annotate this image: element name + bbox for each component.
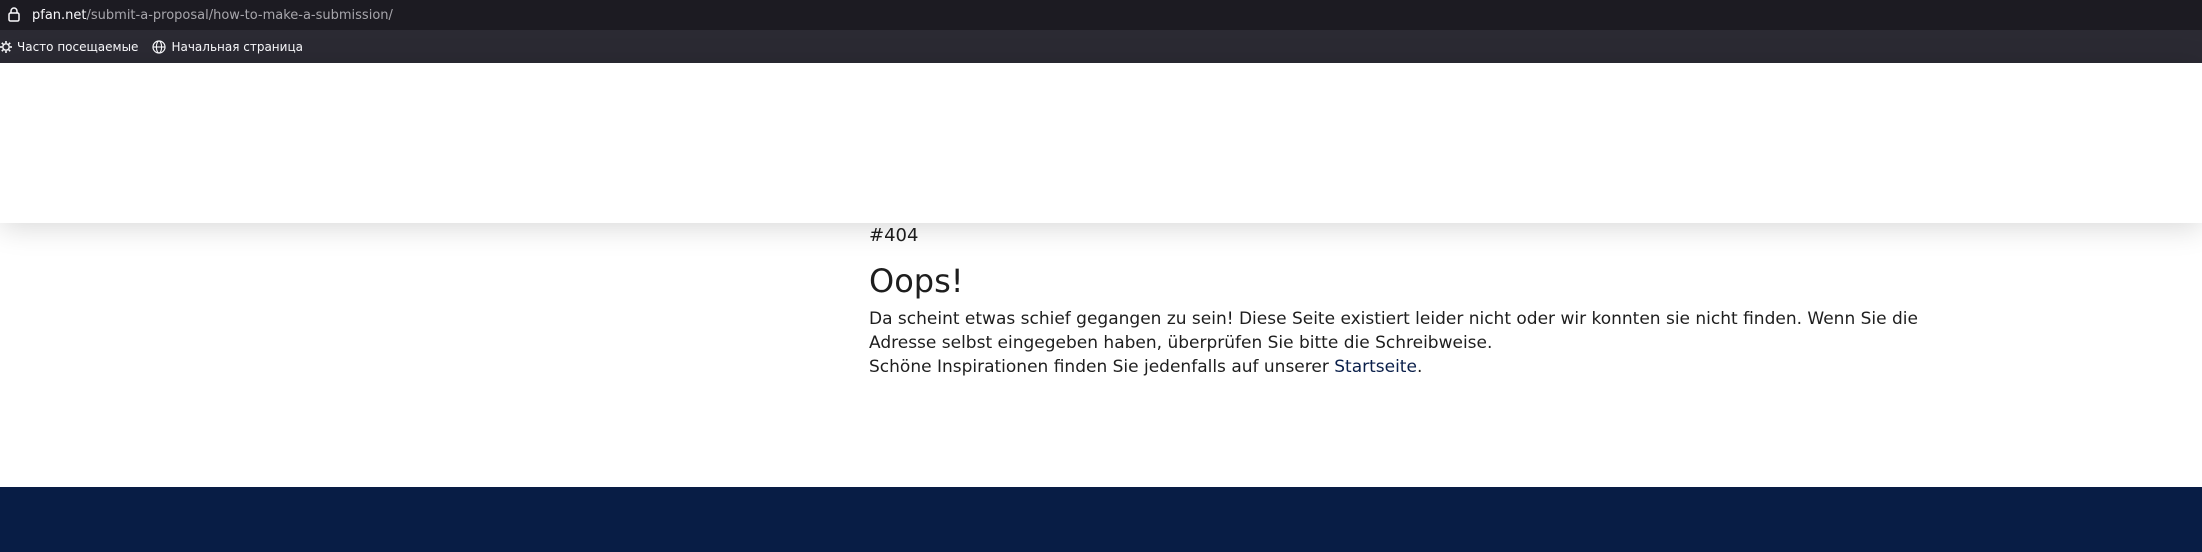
url-path: /submit-a-proposal/how-to-make-a-submiss… (86, 7, 393, 23)
error-message: Da scheint etwas schief gegangen zu sein… (869, 307, 1979, 379)
bookmark-label: Часто посещаемые (17, 39, 139, 54)
bookmarks-bar: Часто посещаемые Начальная страница (0, 30, 2202, 63)
error-content: #404 Oops! Da scheint etwas schief gegan… (869, 223, 1979, 379)
globe-icon (152, 39, 167, 54)
browser-address-bar[interactable]: pfan.net/submit-a-proposal/how-to-make-a… (0, 0, 2202, 30)
site-footer (0, 487, 2202, 552)
error-code: #404 (869, 225, 919, 246)
url-text[interactable]: pfan.net/submit-a-proposal/how-to-make-a… (32, 8, 393, 23)
error-message-line2-suffix: . (1416, 357, 1423, 377)
web-page: #404 Oops! Da scheint etwas schief gegan… (0, 63, 2202, 552)
page-title: Oops! (869, 262, 964, 300)
site-header (0, 63, 2202, 223)
lock-icon[interactable] (8, 7, 22, 23)
bookmark-label: Начальная страница (171, 39, 303, 54)
error-message-line2-prefix: Schöne Inspirationen finden Sie jedenfal… (869, 357, 1335, 377)
bookmark-home-page[interactable]: Начальная страница (152, 40, 303, 54)
gear-icon (0, 40, 12, 53)
bookmark-most-visited[interactable]: Часто посещаемые (0, 40, 138, 54)
error-message-line1: Da scheint etwas schief gegangen zu sein… (869, 309, 1918, 353)
url-domain: pfan.net (32, 7, 87, 23)
home-page-link[interactable]: Startseite (1334, 357, 1417, 377)
